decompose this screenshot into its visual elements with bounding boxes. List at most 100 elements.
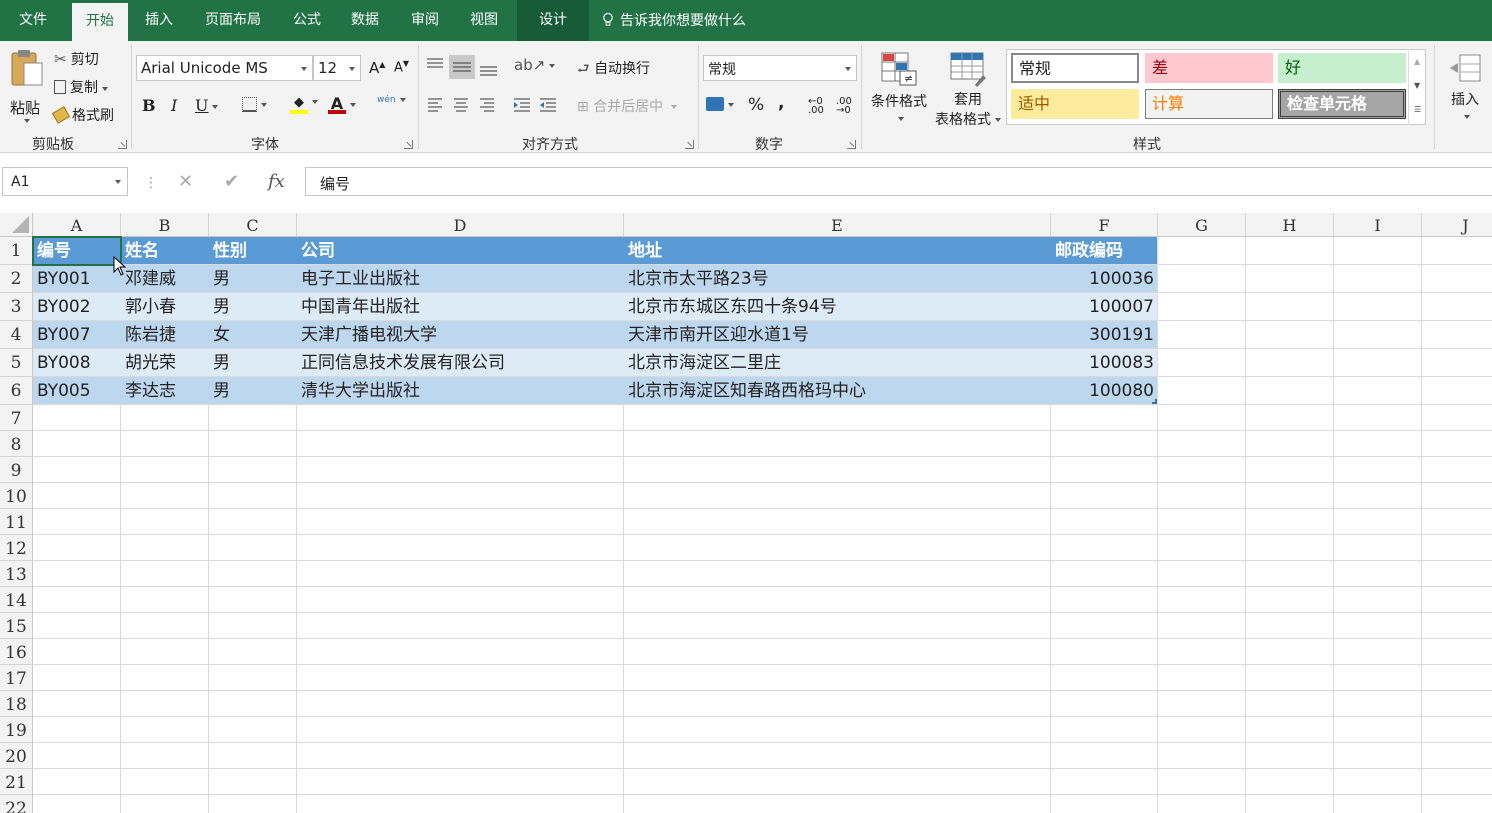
fill-color-button[interactable]: ◆ <box>290 94 318 114</box>
table-cell[interactable]: 男 <box>209 265 297 293</box>
tab-file[interactable]: 文件 <box>0 0 66 41</box>
chevron-up-icon[interactable]: ▲ <box>1414 57 1420 66</box>
underline-button[interactable]: U <box>195 96 219 115</box>
tab-view[interactable]: 视图 <box>459 0 509 41</box>
italic-button[interactable]: I <box>171 96 177 115</box>
table-cell[interactable]: 正同信息技术发展有限公司 <box>297 349 624 377</box>
table-cell[interactable]: BY007 <box>33 321 121 349</box>
cut-button[interactable]: ✂ 剪切 <box>54 49 99 69</box>
alignment-launcher-icon[interactable] <box>685 140 694 149</box>
format-painter-button[interactable]: 格式刷 <box>51 105 114 125</box>
enter-icon[interactable]: ✔ <box>224 171 239 192</box>
insert-function-icon[interactable]: fx <box>268 171 285 192</box>
tell-me-box[interactable]: 告诉我你想要做什么 <box>602 0 746 41</box>
table-cell[interactable]: 陈岩捷 <box>121 321 209 349</box>
table-cell[interactable]: 男 <box>209 293 297 321</box>
column-header-c[interactable]: C <box>209 213 297 237</box>
table-cell[interactable]: 中国青年出版社 <box>297 293 624 321</box>
accounting-button[interactable] <box>706 97 734 113</box>
header-cell[interactable]: 姓名 <box>121 237 209 265</box>
style-bad[interactable]: 差 <box>1145 53 1273 83</box>
row-header[interactable]: 10 <box>0 483 33 509</box>
row-header[interactable]: 19 <box>0 717 33 743</box>
wrap-text-button[interactable]: ⮐ 自动换行 <box>577 58 650 82</box>
row-header[interactable]: 22 <box>0 795 33 813</box>
formula-input[interactable]: 编号 <box>305 167 1492 196</box>
table-cell[interactable]: 李达志 <box>121 377 209 405</box>
column-header-e[interactable]: E <box>624 213 1051 237</box>
number-launcher-icon[interactable] <box>847 140 856 149</box>
table-cell[interactable]: BY002 <box>33 293 121 321</box>
dots-icon[interactable]: ⋮ <box>144 175 158 191</box>
column-header-b[interactable]: B <box>121 213 209 237</box>
row-header[interactable]: 21 <box>0 769 33 795</box>
tab-home[interactable]: 开始 <box>72 3 128 41</box>
row-header[interactable]: 7 <box>0 405 33 431</box>
table-cell[interactable]: BY008 <box>33 349 121 377</box>
table-cell[interactable]: 男 <box>209 349 297 377</box>
row-header[interactable]: 3 <box>0 293 33 321</box>
style-check-cell[interactable]: 检查单元格 <box>1278 89 1406 119</box>
row-header[interactable]: 20 <box>0 743 33 769</box>
select-all-corner[interactable] <box>0 213 33 237</box>
row-header[interactable]: 9 <box>0 457 33 483</box>
table-cell[interactable]: 100036 <box>1051 265 1158 293</box>
tab-insert[interactable]: 插入 <box>134 0 184 41</box>
comma-button[interactable]: , <box>778 93 784 113</box>
table-cell[interactable]: 清华大学出版社 <box>297 377 624 405</box>
format-as-table-button[interactable]: 套用 表格格式 <box>932 51 1004 129</box>
decrease-font-button[interactable]: A▼ <box>394 59 409 75</box>
horizontal-align-buttons[interactable] <box>426 97 566 113</box>
cancel-icon[interactable]: ✕ <box>178 171 193 192</box>
gallery-scroll[interactable]: ▲ ▼ ☰ <box>1408 49 1426 125</box>
row-header[interactable]: 8 <box>0 431 33 457</box>
phonetic-button[interactable]: wén <box>377 95 406 105</box>
row-header[interactable]: 12 <box>0 535 33 561</box>
header-cell[interactable]: 公司 <box>297 237 624 265</box>
style-normal[interactable]: 常规 <box>1011 53 1139 83</box>
table-cell[interactable]: 100007 <box>1051 293 1158 321</box>
number-format-select[interactable]: 常规 <box>703 55 857 81</box>
table-resize-handle[interactable] <box>1152 399 1157 404</box>
insert-cells-button[interactable]: 插入 <box>1442 51 1488 131</box>
row-header[interactable]: 11 <box>0 509 33 535</box>
table-cell[interactable]: 郭小春 <box>121 293 209 321</box>
column-header-f[interactable]: F <box>1051 213 1158 237</box>
font-launcher-icon[interactable] <box>404 140 413 149</box>
percent-button[interactable]: % <box>748 95 764 115</box>
merge-center-button[interactable]: ⊞ 合并后居中 <box>577 96 678 116</box>
copy-button[interactable]: 复制 <box>54 77 108 97</box>
row-header[interactable]: 2 <box>0 265 33 293</box>
table-cell[interactable]: 胡光荣 <box>121 349 209 377</box>
row-header[interactable]: 5 <box>0 349 33 377</box>
tab-design[interactable]: 设计 <box>517 0 589 41</box>
table-cell[interactable]: 男 <box>209 377 297 405</box>
table-cell[interactable]: BY005 <box>33 377 121 405</box>
column-header-a[interactable]: A <box>33 213 121 237</box>
tab-formulas[interactable]: 公式 <box>282 0 332 41</box>
column-header-j[interactable]: J <box>1422 213 1492 237</box>
chevron-down-icon[interactable]: ▼ <box>1414 81 1420 90</box>
row-header[interactable]: 13 <box>0 561 33 587</box>
font-color-button[interactable]: A <box>328 94 356 114</box>
header-cell[interactable]: 邮政编码 <box>1051 237 1158 265</box>
increase-decimal-button[interactable]: ←0.00 <box>808 97 824 116</box>
increase-font-button[interactable]: A▲ <box>369 59 385 77</box>
row-header[interactable]: 6 <box>0 377 33 405</box>
row-header[interactable]: 14 <box>0 587 33 613</box>
style-calculation[interactable]: 计算 <box>1145 89 1273 119</box>
table-cell[interactable]: 天津广播电视大学 <box>297 321 624 349</box>
table-cell[interactable]: 北京市东城区东四十条94号 <box>624 293 1051 321</box>
column-header-g[interactable]: G <box>1158 213 1246 237</box>
font-size-select[interactable]: 12 <box>313 55 361 81</box>
decrease-decimal-button[interactable]: .00 →0 <box>836 97 852 116</box>
row-header[interactable]: 18 <box>0 691 33 717</box>
paste-dropdown-icon[interactable] <box>24 119 30 123</box>
more-icon[interactable]: ☰ <box>1414 105 1421 114</box>
tab-page-layout[interactable]: 页面布局 <box>194 0 272 41</box>
bold-button[interactable]: B <box>142 96 156 115</box>
table-cell[interactable]: 天津市南开区迎水道1号 <box>624 321 1051 349</box>
paste-button[interactable]: 粘贴 <box>8 49 46 127</box>
row-header[interactable]: 15 <box>0 613 33 639</box>
table-cell[interactable]: 100083 <box>1051 349 1158 377</box>
